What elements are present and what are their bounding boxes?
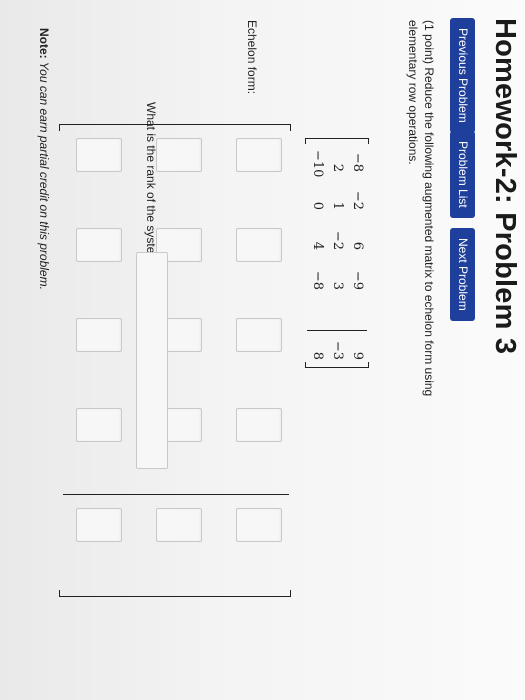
next-problem-button[interactable]: Next Problem (450, 228, 475, 321)
echelon-form-label: Echelon form: (245, 20, 259, 95)
matrix-cell: 3 (330, 281, 345, 290)
rank-input[interactable] (136, 252, 168, 469)
problem-text: Reduce the following augmented matrix to… (406, 20, 436, 397)
matrix-cell: −2 (350, 190, 365, 210)
matrix-cell: −9 (350, 270, 365, 290)
matrix-cell: 0 (310, 201, 325, 210)
matrix-cell: 1 (330, 201, 345, 210)
matrix-cell: −2 (330, 230, 345, 250)
problem-points: (1 point) (422, 20, 436, 65)
matrix-cell: −10 (310, 150, 325, 178)
rank-question: What is the rank of the system? (144, 102, 158, 271)
echelon-input-r3c3[interactable] (76, 318, 122, 352)
matrix-cell: 8 (310, 351, 325, 360)
echelon-input-r1c1[interactable] (236, 138, 282, 172)
echelon-input-r1c5[interactable] (236, 508, 282, 542)
note-text: You can earn partial credit on this prob… (37, 61, 51, 290)
previous-problem-button[interactable]: Previous Problem (450, 18, 475, 133)
echelon-input-r2c1[interactable] (156, 138, 202, 172)
matrix-cell: −3 (330, 340, 345, 360)
page-title: Homework-2: Problem 3 (489, 18, 521, 355)
note-prefix: Note: (37, 28, 51, 59)
matrix-cell: 2 (330, 163, 345, 172)
echelon-input-r3c2[interactable] (76, 228, 122, 262)
echelon-input-r1c4[interactable] (236, 408, 282, 442)
echelon-input-r2c5[interactable] (156, 508, 202, 542)
webwork-page: Homework-2: Problem 3 Previous Problem P… (0, 0, 525, 700)
echelon-input-r3c1[interactable] (76, 138, 122, 172)
echelon-input-r3c4[interactable] (76, 408, 122, 442)
partial-credit-note: Note: You can earn partial credit on thi… (37, 28, 51, 290)
matrix-right-bracket (305, 362, 369, 368)
echelon-input-r1c3[interactable] (236, 318, 282, 352)
matrix-cell: −8 (310, 270, 325, 290)
augment-divider (307, 330, 367, 331)
matrix-cell: 4 (310, 241, 325, 250)
problem-statement: (1 point) Reduce the following augmented… (405, 20, 437, 400)
matrix-left-bracket (305, 138, 369, 144)
matrix-cell: 9 (350, 351, 365, 360)
echelon-input-r3c5[interactable] (76, 508, 122, 542)
matrix-cell: −8 (350, 152, 365, 172)
problem-list-button[interactable]: Problem List (450, 131, 475, 218)
echelon-augment-divider (63, 494, 289, 495)
matrix-cell: 6 (350, 241, 365, 250)
echelon-input-r1c2[interactable] (236, 228, 282, 262)
echelon-left-bracket (59, 124, 291, 131)
echelon-right-bracket (59, 590, 291, 597)
